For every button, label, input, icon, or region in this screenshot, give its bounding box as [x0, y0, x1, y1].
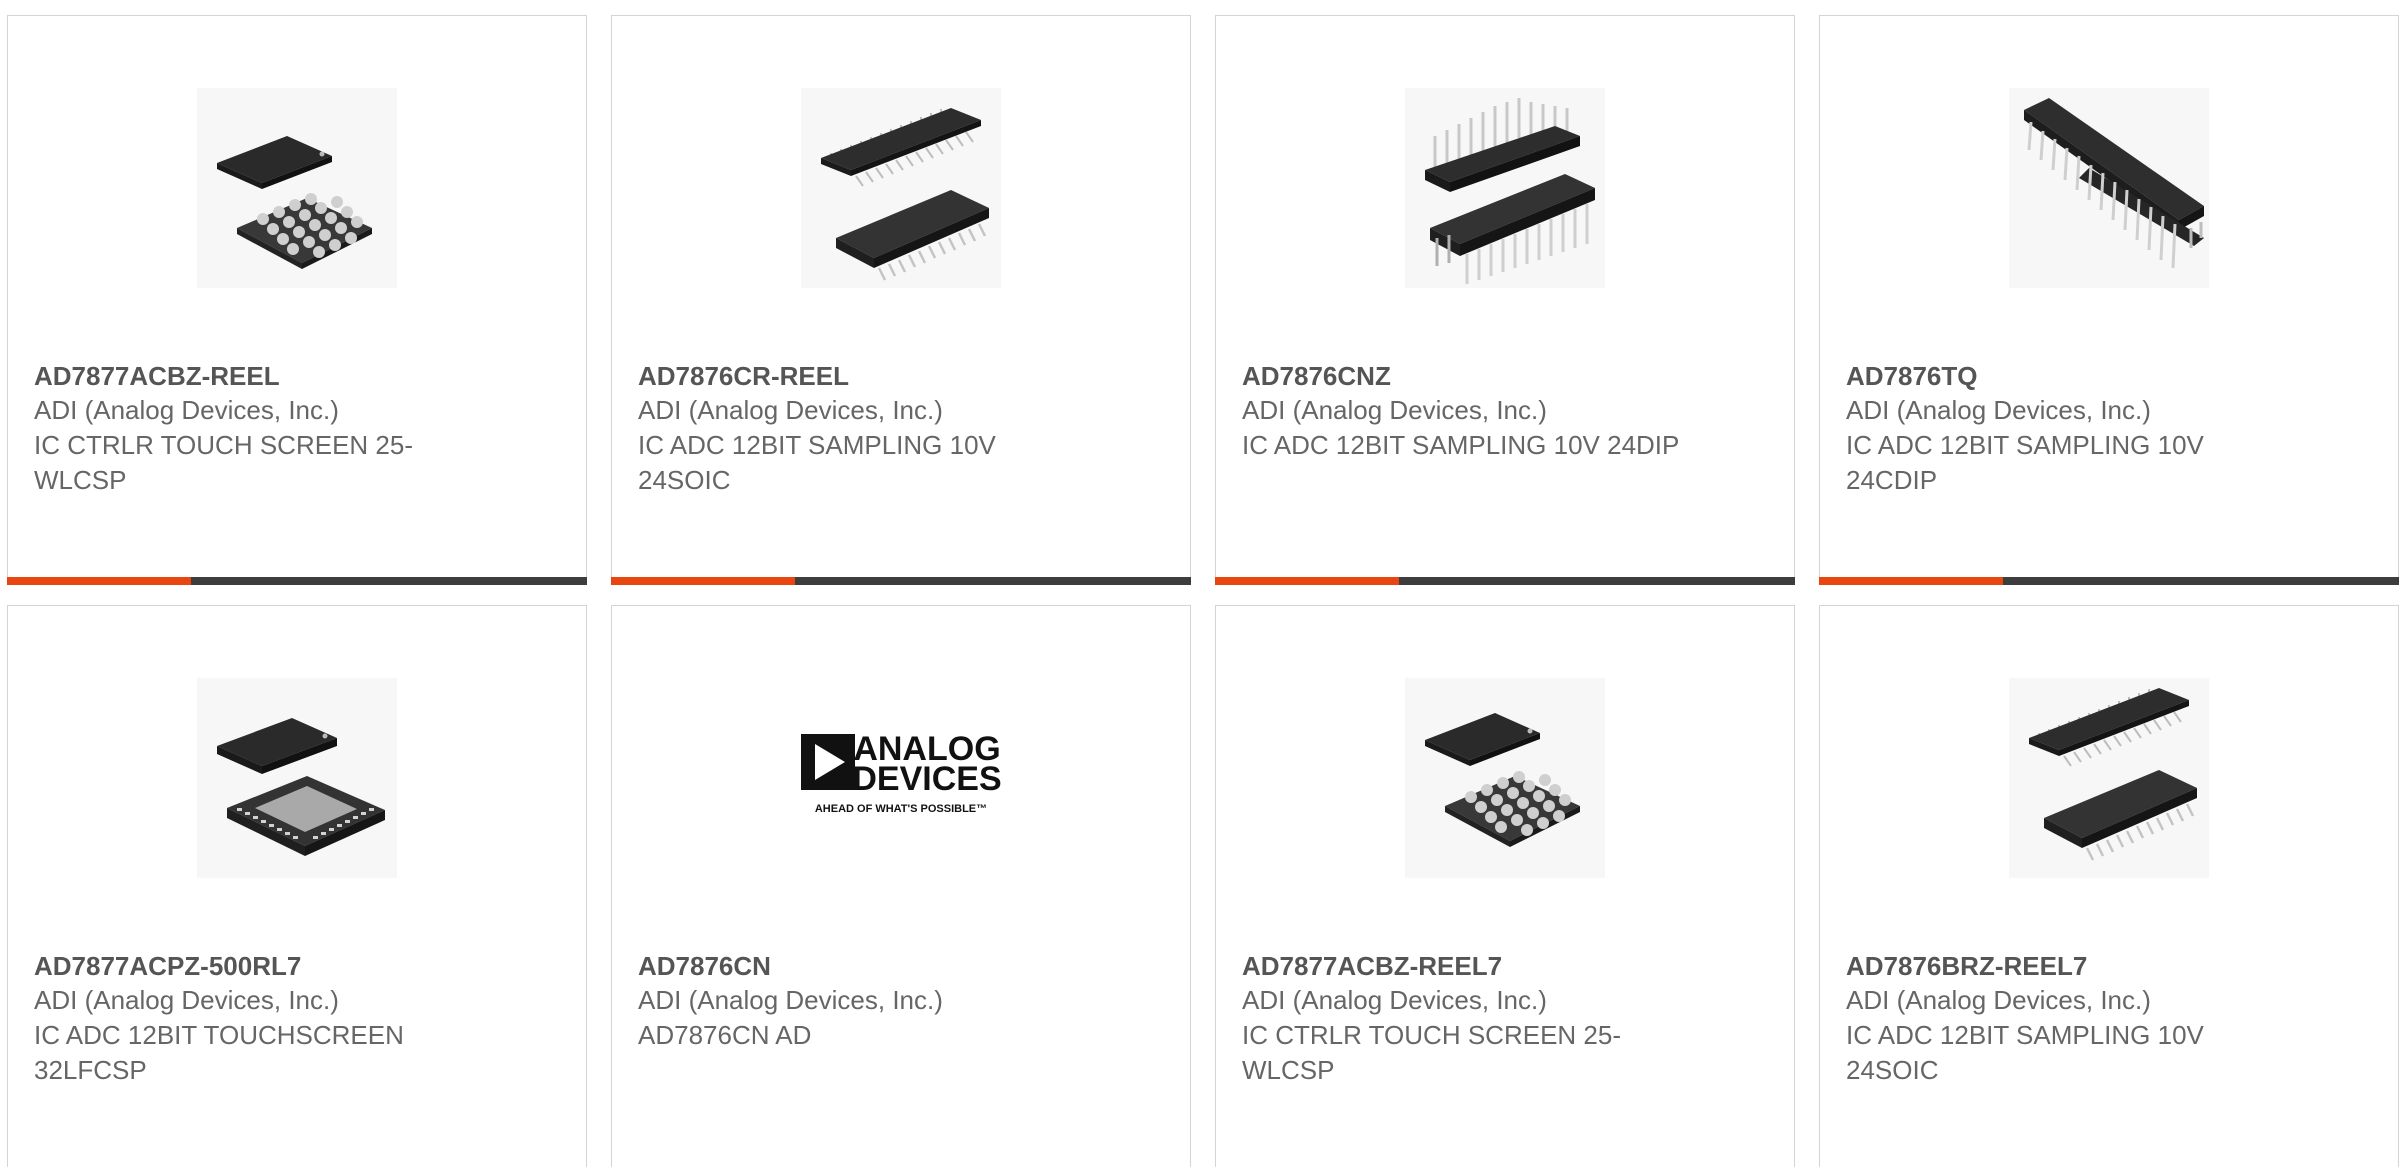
- manufacturer: ADI (Analog Devices, Inc.): [1242, 985, 1547, 1015]
- card-footer-bar: [1819, 577, 2399, 585]
- part-number[interactable]: AD7876CN: [638, 949, 1170, 983]
- product-info: AD7877ACPZ-500RL7 ADI (Analog Devices, I…: [34, 949, 566, 1088]
- manufacturer: ADI (Analog Devices, Inc.): [638, 395, 943, 425]
- manufacturer: ADI (Analog Devices, Inc.): [1242, 395, 1547, 425]
- product-card[interactable]: AD7876BRZ-REEL7 ADI (Analog Devices, Inc…: [1819, 605, 2399, 1167]
- manufacturer: ADI (Analog Devices, Inc.): [638, 985, 943, 1015]
- card-accent-bar: [1215, 577, 1399, 585]
- description: IC CTRLR TOUCH SCREEN 25-WLCSP: [1242, 1020, 1621, 1085]
- part-number[interactable]: AD7876BRZ-REEL7: [1846, 949, 2378, 983]
- dip-chip-icon[interactable]: [1405, 88, 1605, 288]
- product-card[interactable]: AD7877ACPZ-500RL7 ADI (Analog Devices, I…: [7, 605, 587, 1167]
- product-info: AD7876CNZ ADI (Analog Devices, Inc.) IC …: [1242, 359, 1774, 463]
- product-info: AD7876BRZ-REEL7 ADI (Analog Devices, Inc…: [1846, 949, 2378, 1088]
- product-info: AD7876CN ADI (Analog Devices, Inc.) AD78…: [638, 949, 1170, 1053]
- card-footer-bar: [7, 577, 587, 585]
- description: IC ADC 12BIT SAMPLING 10V 24SOIC: [1846, 1020, 2204, 1085]
- card-footer-bar: [1215, 577, 1795, 585]
- description: IC CTRLR TOUCH SCREEN 25-WLCSP: [34, 430, 413, 495]
- description: IC ADC 12BIT TOUCHSCREEN 32LFCSP: [34, 1020, 404, 1085]
- product-info: AD7876CR-REEL ADI (Analog Devices, Inc.)…: [638, 359, 1170, 498]
- manufacturer: ADI (Analog Devices, Inc.): [1846, 985, 2151, 1015]
- manufacturer: ADI (Analog Devices, Inc.): [34, 985, 339, 1015]
- product-card[interactable]: AD7877ACBZ-REEL7 ADI (Analog Devices, In…: [1215, 605, 1795, 1167]
- part-number[interactable]: AD7876CNZ: [1242, 359, 1774, 393]
- part-number[interactable]: AD7876CR-REEL: [638, 359, 1170, 393]
- product-card[interactable]: ANALOG DEVICES AHEAD OF WHAT'S POSSIBLE™…: [611, 605, 1191, 1167]
- product-info: AD7876TQ ADI (Analog Devices, Inc.) IC A…: [1846, 359, 2378, 498]
- logo-tagline: AHEAD OF WHAT'S POSSIBLE™: [815, 803, 987, 815]
- manufacturer: ADI (Analog Devices, Inc.): [34, 395, 339, 425]
- part-number[interactable]: AD7876TQ: [1846, 359, 2378, 393]
- analog-devices-logo[interactable]: ANALOG DEVICES AHEAD OF WHAT'S POSSIBLE™: [801, 678, 1001, 878]
- logo-text-devices: DEVICES: [852, 760, 1001, 798]
- manufacturer: ADI (Analog Devices, Inc.): [1846, 395, 2151, 425]
- product-card[interactable]: AD7876CNZ ADI (Analog Devices, Inc.) IC …: [1215, 15, 1795, 585]
- description: IC ADC 12BIT SAMPLING 10V 24CDIP: [1846, 430, 2204, 495]
- part-number[interactable]: AD7877ACBZ-REEL7: [1242, 949, 1774, 983]
- soic-chip-icon[interactable]: [2009, 678, 2209, 878]
- card-accent-bar: [7, 577, 191, 585]
- cdip-chip-icon[interactable]: [2009, 88, 2209, 288]
- card-footer-bar: [611, 577, 1191, 585]
- product-info: AD7877ACBZ-REEL7 ADI (Analog Devices, In…: [1242, 949, 1774, 1088]
- description: IC ADC 12BIT SAMPLING 10V 24SOIC: [638, 430, 996, 495]
- description: AD7876CN AD: [638, 1020, 812, 1050]
- description: IC ADC 12BIT SAMPLING 10V 24DIP: [1242, 430, 1680, 460]
- part-number[interactable]: AD7877ACPZ-500RL7: [34, 949, 566, 983]
- product-card[interactable]: AD7876CR-REEL ADI (Analog Devices, Inc.)…: [611, 15, 1191, 585]
- wlcsp-chip-icon[interactable]: [1405, 678, 1605, 878]
- card-accent-bar: [611, 577, 795, 585]
- soic-chip-icon[interactable]: [801, 88, 1001, 288]
- wlcsp-chip-icon[interactable]: [197, 88, 397, 288]
- part-number[interactable]: AD7877ACBZ-REEL: [34, 359, 566, 393]
- lfcsp-chip-icon[interactable]: [197, 678, 397, 878]
- card-accent-bar: [1819, 577, 2003, 585]
- product-info: AD7877ACBZ-REEL ADI (Analog Devices, Inc…: [34, 359, 566, 498]
- product-grid: AD7877ACBZ-REEL ADI (Analog Devices, Inc…: [0, 0, 2400, 1167]
- product-card[interactable]: AD7877ACBZ-REEL ADI (Analog Devices, Inc…: [7, 15, 587, 585]
- product-card[interactable]: AD7876TQ ADI (Analog Devices, Inc.) IC A…: [1819, 15, 2399, 585]
